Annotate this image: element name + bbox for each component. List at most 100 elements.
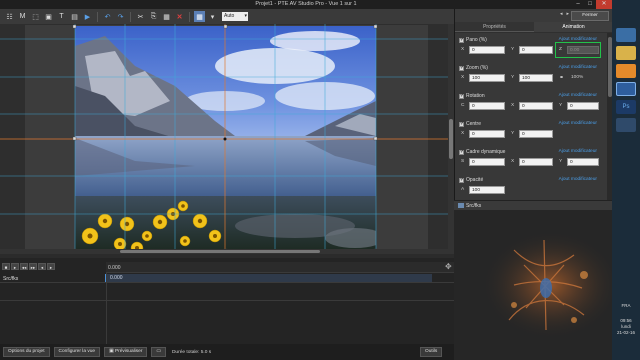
opacity-add-modifier-link[interactable]: Ajout modificateur <box>559 177 597 182</box>
frame-icon[interactable]: ▣ <box>43 11 54 22</box>
opacity-a-input[interactable]: 100 <box>469 186 505 194</box>
next-keyframe-button[interactable]: ▸ <box>47 263 55 270</box>
zoom-result: 100% <box>571 75 584 80</box>
dynamic-frame-s-input[interactable]: 0 <box>469 158 505 166</box>
timeline-ruler[interactable] <box>106 262 454 273</box>
delete-icon[interactable]: ✕ <box>174 11 185 22</box>
folder-taskbar-icon[interactable] <box>616 46 636 60</box>
animation-settings: Pano (%) Ajout modificateur X 0 Y 0 Z 0.… <box>455 33 607 205</box>
zoom-x-input[interactable]: 100 <box>469 74 505 82</box>
configure-view-button[interactable]: Configurer la vue <box>53 347 101 357</box>
timeline-track-label: Src/fks <box>3 276 19 282</box>
main-toolbar: ☷ M ⬚ ▣ T ▤ ▶ ↶ ↷ ✂ ⎘ ▦ ✕ ▦ ▾ Auto <box>0 9 454 24</box>
centre-add-modifier-link[interactable]: Ajout modificateur <box>559 121 597 126</box>
pano-y-label: Y <box>511 47 515 52</box>
rewind-button[interactable]: ◂◂ <box>20 263 28 270</box>
centre-fields: X 0 Y 0 <box>459 130 605 138</box>
tools-button[interactable]: Outils <box>420 347 443 357</box>
pano-x-input[interactable]: 0 <box>469 46 505 54</box>
prev-keyframe-button[interactable]: ◂ <box>38 263 46 270</box>
properties-panel: ◂ ▸ Fermer Propriétés Animation Pano (%)… <box>454 9 613 205</box>
objects-icon[interactable]: ☷ <box>4 11 15 22</box>
guide-grid-overlay <box>0 24 448 254</box>
centre-x-input[interactable]: 0 <box>469 130 505 138</box>
canvas-vertical-scroll-thumb[interactable] <box>449 119 453 159</box>
pte-taskbar-icon[interactable] <box>616 82 636 96</box>
pano-checkbox[interactable] <box>459 37 464 43</box>
text-icon-m[interactable]: M <box>17 11 28 22</box>
centre-checkbox[interactable] <box>459 121 464 127</box>
pano-header: Pano (%) <box>459 37 487 43</box>
undo-icon[interactable]: ↶ <box>102 11 113 22</box>
play-button[interactable]: ▸ <box>11 263 19 270</box>
prev-object-icon[interactable]: ◂ <box>560 11 563 17</box>
canvas-horizontal-scrollbar[interactable] <box>0 249 448 254</box>
image-icon[interactable]: ▤ <box>69 11 80 22</box>
opacity-fields: A 100 <box>459 186 605 194</box>
copy-icon[interactable]: ⎘ <box>148 11 159 22</box>
select-icon[interactable]: ⬚ <box>30 11 41 22</box>
stop-button[interactable]: ■ <box>2 263 10 270</box>
next-object-icon[interactable]: ▸ <box>567 11 570 17</box>
system-clock[interactable]: 09:56 lundi 21-02-16 <box>612 318 640 336</box>
canvas-horizontal-scroll-thumb[interactable] <box>120 250 320 253</box>
opacity-checkbox[interactable] <box>459 177 464 183</box>
rotation-title: Rotation <box>466 93 485 99</box>
explorer-taskbar-icon[interactable] <box>616 28 636 42</box>
move-icon[interactable]: ✥ <box>445 262 452 271</box>
app-taskbar-icon[interactable] <box>616 118 636 132</box>
photoshop-taskbar-icon[interactable]: Ps <box>616 100 636 114</box>
dynamic-frame-y-input[interactable]: 0 <box>567 158 599 166</box>
slide-canvas[interactable] <box>0 24 454 254</box>
guides-icon[interactable]: ▾ <box>207 11 218 22</box>
timeline-clip[interactable] <box>106 274 432 282</box>
window-title: Projet1 - PTE AV Studio Pro - Vue 1 sur … <box>255 1 357 7</box>
window-controls: – □ ✕ <box>572 0 612 9</box>
pano-z-input[interactable]: 0.00 <box>567 46 599 54</box>
rotation-y-input[interactable]: 0 <box>567 102 599 110</box>
maximize-button[interactable]: □ <box>584 0 596 9</box>
grid-icon[interactable]: ▦ <box>194 11 205 22</box>
media-taskbar-icon[interactable] <box>616 64 636 78</box>
timeline-clip-time: 0.000 <box>110 275 123 281</box>
paste-icon[interactable]: ▦ <box>161 11 172 22</box>
close-panel-button[interactable]: Fermer <box>571 11 609 21</box>
rotation-checkbox[interactable] <box>459 93 464 99</box>
panel-header: ◂ ▸ Fermer <box>455 9 613 22</box>
zoom-select[interactable]: Auto <box>222 12 248 21</box>
chain-link-icon[interactable]: ⚭ <box>559 74 564 81</box>
rotation-x-input[interactable]: 0 <box>519 102 553 110</box>
rotation-c-input[interactable]: 0 <box>469 102 505 110</box>
pano-y-input[interactable]: 0 <box>519 46 553 54</box>
timeline-panel: ■ ▸ ◂◂ ▸▸ ◂ ▸ 0.000 ✥ Src/fks 0.000 <box>0 258 454 344</box>
pano-z-label: Z <box>559 47 562 52</box>
fast-forward-button[interactable]: ▸▸ <box>29 263 37 270</box>
rotation-add-modifier-link[interactable]: Ajout modificateur <box>559 93 597 98</box>
dynamic-frame-x-input[interactable]: 0 <box>519 158 553 166</box>
abstract-wallpaper-art <box>454 210 612 360</box>
image-object-icon <box>458 203 464 208</box>
close-window-button[interactable]: ✕ <box>596 0 612 9</box>
slideshow-icon[interactable]: ▭ <box>151 347 166 357</box>
minimize-button[interactable]: – <box>572 0 584 9</box>
source-object-strip[interactable]: Src/fks <box>454 200 612 210</box>
redo-icon[interactable]: ↷ <box>115 11 126 22</box>
project-options-button[interactable]: Options du projet <box>3 347 50 357</box>
input-language[interactable]: FRA <box>612 303 640 308</box>
text-icon[interactable]: T <box>56 11 67 22</box>
dynamic-frame-checkbox[interactable] <box>459 149 464 155</box>
timeline-lower-area <box>0 300 454 344</box>
dynamic-frame-add-modifier-link[interactable]: Ajout modificateur <box>559 149 597 154</box>
zoom-y-input[interactable]: 100 <box>519 74 553 82</box>
zoom-header: Zoom (%) <box>459 65 488 71</box>
clock-date: 21-02-16 <box>616 330 635 335</box>
video-icon[interactable]: ▶ <box>82 11 93 22</box>
cut-icon[interactable]: ✂ <box>135 11 146 22</box>
centre-y-input[interactable]: 0 <box>519 130 553 138</box>
tab-animation[interactable]: Animation <box>534 22 613 32</box>
preview-button[interactable]: ▣ Prévisualiser <box>104 347 148 357</box>
zoom-add-modifier-link[interactable]: Ajout modificateur <box>559 65 597 70</box>
tab-properties[interactable]: Propriétés <box>455 22 534 32</box>
zoom-title: Zoom (%) <box>466 65 488 71</box>
zoom-checkbox[interactable] <box>459 65 464 71</box>
